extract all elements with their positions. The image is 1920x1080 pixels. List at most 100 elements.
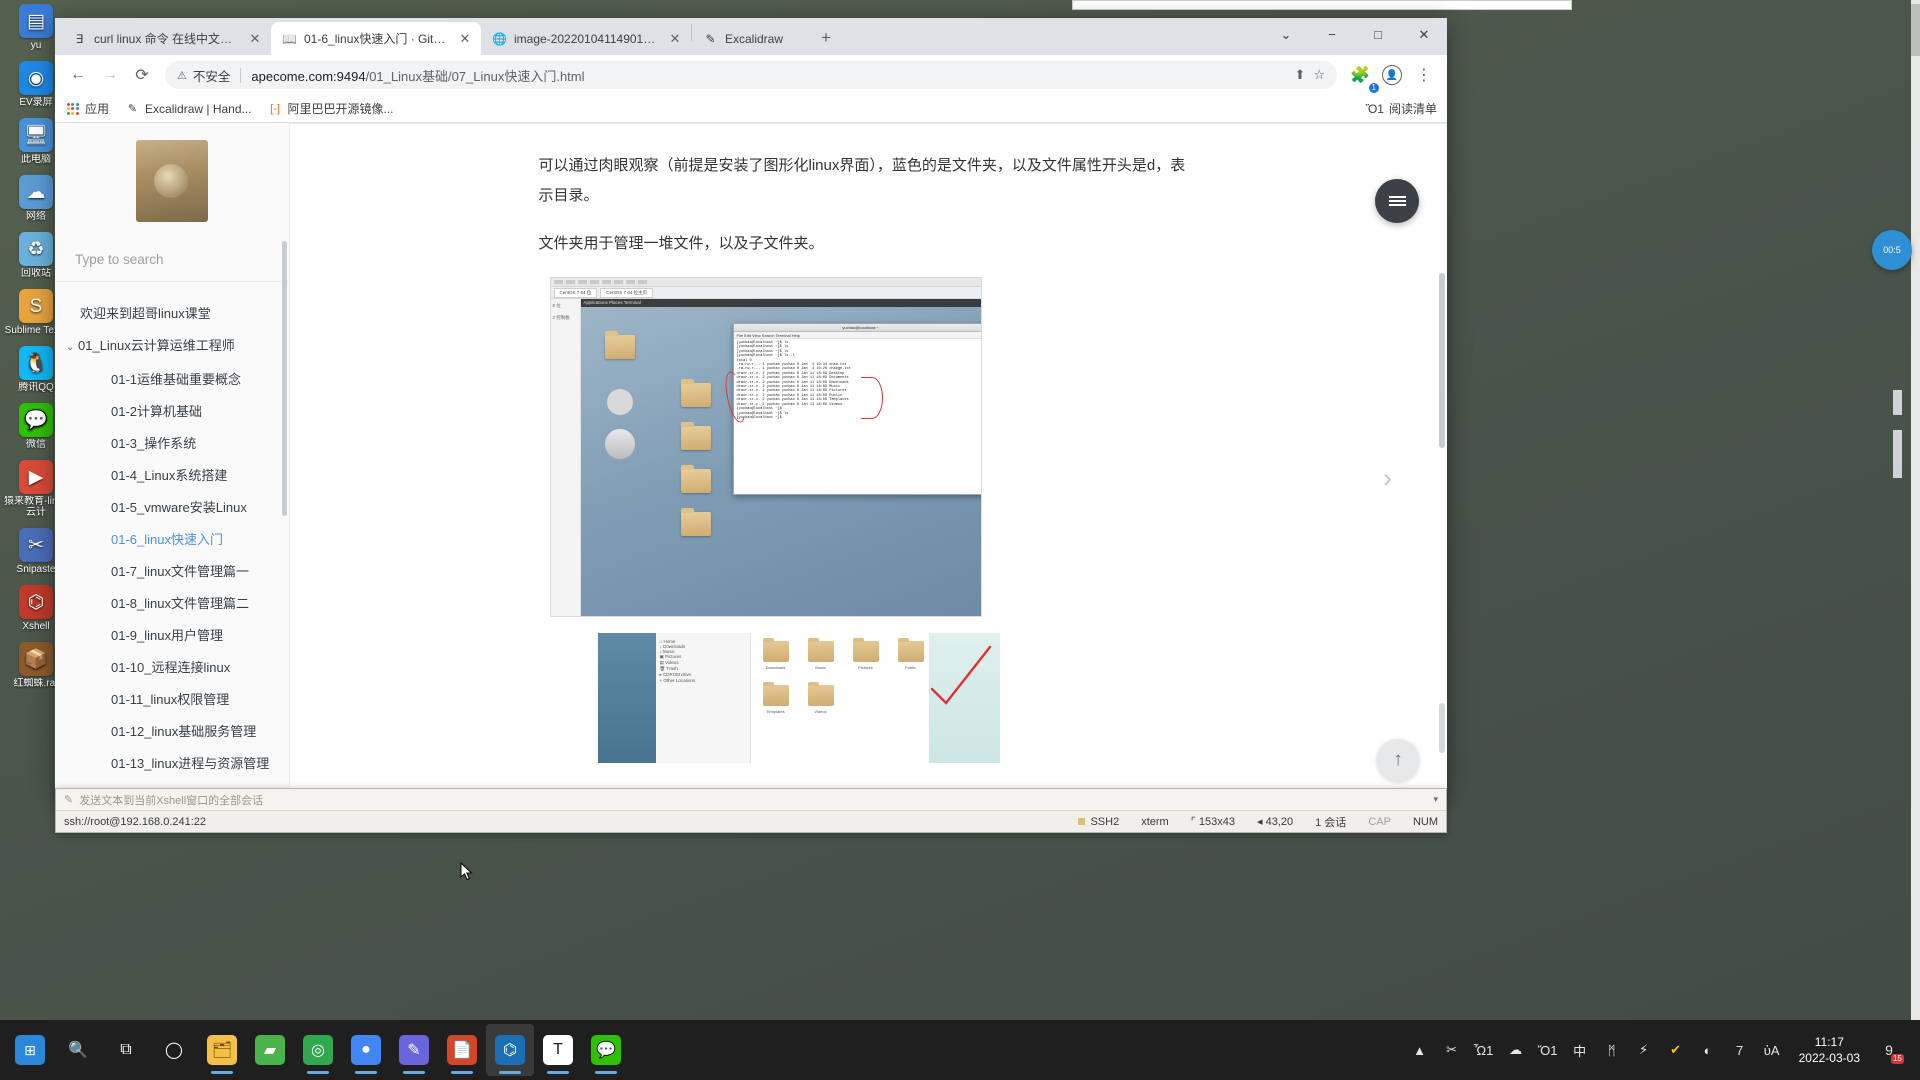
sidebar-item-01-9[interactable]: 01-9_linux用户管理 bbox=[55, 620, 289, 652]
video-icon: ▶ bbox=[19, 460, 53, 494]
taskbar-cortana-button[interactable]: ◯ bbox=[150, 1024, 198, 1076]
new-tab-button[interactable]: + bbox=[812, 24, 840, 52]
chevron-down-icon[interactable]: ▾ bbox=[1433, 794, 1438, 805]
next-page-button[interactable]: › bbox=[1383, 463, 1392, 494]
toc-toggle-button[interactable] bbox=[1375, 179, 1419, 223]
sidebar-item-01-5[interactable]: 01-5_vmware安装Linux bbox=[55, 492, 289, 524]
tray-cloud-icon[interactable]: ☁ bbox=[1505, 1039, 1527, 1061]
status-protocol: SSH2 bbox=[1078, 816, 1119, 828]
profile-button[interactable]: 👤 bbox=[1377, 60, 1407, 90]
sidebar-item-welcome[interactable]: 欢迎来到超哥linux课堂 bbox=[55, 298, 289, 330]
back-to-top-button[interactable]: ↑ bbox=[1377, 739, 1419, 781]
file-folder bbox=[853, 641, 879, 662]
bookmark-star-icon[interactable]: ☆ bbox=[1313, 67, 1325, 83]
chrome-menu-button[interactable]: ⋮ bbox=[1409, 60, 1439, 90]
taskbar-360-browser[interactable]: ◎ bbox=[294, 1024, 342, 1076]
bookmark-label: 阿里巴巴开源镜像... bbox=[288, 100, 394, 117]
taskbar-pdf-reader[interactable]: 📄 bbox=[438, 1024, 486, 1076]
xshell-send-command-bar[interactable]: ✎ 发送文本到当前Xshell窗口的全部会话 ▾ bbox=[56, 789, 1446, 811]
sidebar-item-01-1[interactable]: 01-1运维基础重要概念 bbox=[55, 364, 289, 396]
sidebar-item-label: 01_Linux云计算运维工程师 bbox=[78, 338, 235, 353]
tray-bluetooth-icon[interactable]: ᛗ bbox=[1601, 1039, 1623, 1061]
back-button[interactable]: ← bbox=[63, 60, 93, 90]
pencil-favicon-icon: ✎ bbox=[703, 31, 718, 46]
clock-time: 11:17 bbox=[1799, 1034, 1860, 1050]
tab-curl-manual[interactable]: ∃ curl linux 命令 在线中文手册 ✕ bbox=[61, 22, 271, 55]
taskbar-xshell[interactable]: ⌬ bbox=[486, 1024, 534, 1076]
file-manager-sidebar: ⌂ Home ↓ Downloads ♪ Music ▣ Pictures ▤ Vid… bbox=[656, 633, 751, 763]
omnibox-divider bbox=[240, 68, 241, 83]
minimize-button[interactable]: − bbox=[1309, 18, 1355, 51]
hamburger-icon bbox=[1389, 194, 1406, 208]
tab-close-icon[interactable]: ✕ bbox=[248, 31, 262, 47]
taskbar-start-button[interactable]: ⊞ bbox=[6, 1024, 54, 1076]
xshell-window: ✎ 发送文本到当前Xshell窗口的全部会话 ▾ ssh://root@192.… bbox=[55, 788, 1447, 833]
chrome-more-icon[interactable]: ⌄ bbox=[1263, 18, 1309, 51]
page-scrollbar-thumb[interactable] bbox=[1439, 273, 1445, 448]
background-scrollbar[interactable] bbox=[1911, 0, 1920, 1020]
page-scrollbar-thumb-secondary[interactable] bbox=[1439, 703, 1445, 753]
chevron-down-icon[interactable]: ⌄ bbox=[66, 340, 78, 356]
taskbar-chrome[interactable]: ● bbox=[342, 1024, 390, 1076]
tray-input-method-icon[interactable]: 中 bbox=[1569, 1039, 1591, 1061]
tray-snip-icon[interactable]: ✂ bbox=[1441, 1039, 1463, 1061]
tab-close-icon[interactable]: ✕ bbox=[458, 31, 472, 47]
taskbar-typora[interactable]: T bbox=[534, 1024, 582, 1076]
sidebar-item-01-7[interactable]: 01-7_linux文件管理篇一 bbox=[55, 556, 289, 588]
taskbar-wechat-work[interactable]: 💬 bbox=[582, 1024, 630, 1076]
status-cursor-position: ◂ 43,20 bbox=[1257, 815, 1293, 828]
tray-shield-icon[interactable]: Ὦ1 bbox=[1473, 1039, 1495, 1061]
bookmark-aliyun-mirror[interactable]: [-] 阿里巴巴开源镜像... bbox=[268, 100, 394, 117]
address-bar[interactable]: ⚠ 不安全 apecome.com:9494/01_Linux基础/07_Lin… bbox=[165, 61, 1337, 89]
background-scrollbar-thumb[interactable] bbox=[1911, 4, 1920, 56]
tray-expand-icon[interactable]: ▲ bbox=[1409, 1039, 1431, 1061]
reading-list-button[interactable]: Ὅ1 阅读清单 bbox=[1366, 100, 1437, 117]
taskbar-sublime[interactable]: ▰ bbox=[246, 1024, 294, 1076]
tab-gitbook[interactable]: 📖 01-6_linux快速入门 · GitBook ✕ bbox=[271, 22, 481, 55]
maximize-button[interactable]: □ bbox=[1355, 18, 1401, 51]
sidebar-item-01-8[interactable]: 01-8_linux文件管理篇二 bbox=[55, 588, 289, 620]
tray-volume-icon[interactable]: ὐA bbox=[1761, 1039, 1783, 1061]
sidebar-item-01-11[interactable]: 01-11_linux权限管理 bbox=[55, 684, 289, 716]
not-secure-warning-icon: ⚠ bbox=[177, 69, 187, 82]
taskbar-search-button[interactable]: 🔍 bbox=[54, 1024, 102, 1076]
windows-logo-icon: ⊞ bbox=[15, 1035, 45, 1065]
wallpaper-area bbox=[598, 633, 656, 763]
file-label: Pictures bbox=[849, 665, 883, 670]
taskbar-task-view-button[interactable]: ⧉ bbox=[102, 1024, 150, 1076]
tab-close-icon[interactable]: ✕ bbox=[668, 31, 682, 47]
sidebar-item-01-13[interactable]: 01-13_linux进程与资源管理 bbox=[55, 748, 289, 780]
sidebar-item-01-2[interactable]: 01-2计算机基础 bbox=[55, 396, 289, 428]
notification-center-button[interactable]: ὚9 15 bbox=[1876, 1037, 1902, 1063]
tray-folder-icon[interactable]: Ὄ1 bbox=[1537, 1039, 1559, 1061]
taskbar-clock[interactable]: 11:17 2022-03-03 bbox=[1793, 1034, 1866, 1066]
bookmark-apps[interactable]: 应用 bbox=[65, 100, 109, 117]
file-folder bbox=[763, 685, 789, 706]
reload-button[interactable]: ⟳ bbox=[127, 60, 157, 90]
sidebar-item-01-10[interactable]: 01-10_远程连接linux bbox=[55, 652, 289, 684]
sidebar-item-01-3[interactable]: 01-3_操作系统 bbox=[55, 428, 289, 460]
tray-mouse-icon[interactable]: ◐ bbox=[1697, 1039, 1719, 1061]
sidebar-scrollbar[interactable] bbox=[282, 241, 287, 516]
share-icon[interactable]: ⬆ bbox=[1294, 67, 1305, 83]
tab-excalidraw[interactable]: ✎ Excalidraw bbox=[692, 22, 812, 55]
extensions-button[interactable]: 🧩 1 bbox=[1345, 60, 1375, 90]
bookmark-excalidraw[interactable]: ✎ Excalidraw | Hand... bbox=[125, 101, 252, 116]
forward-button[interactable]: → bbox=[95, 60, 125, 90]
tab-image[interactable]: 🌐 image-20220104114901241.p ✕ bbox=[481, 22, 691, 55]
sidebar-item-linux-cloud-engineer[interactable]: ⌄ 01_Linux云计算运维工程师 bbox=[55, 330, 289, 364]
screen-recorder-timer[interactable]: 00:5 bbox=[1872, 230, 1912, 270]
tray-antivirus-icon[interactable]: ✔ bbox=[1665, 1039, 1687, 1061]
tray-network-icon[interactable]: ὚7 bbox=[1729, 1039, 1751, 1061]
sidebar-search-input[interactable]: Type to search bbox=[55, 238, 289, 282]
pencil-icon: ✎ bbox=[125, 101, 140, 116]
sidebar-item-01-12[interactable]: 01-12_linux基础服务管理 bbox=[55, 716, 289, 748]
sidebar-item-01-4[interactable]: 01-4_Linux系统搭建 bbox=[55, 460, 289, 492]
taskbar-file-explorer[interactable]: 🗂 bbox=[198, 1024, 246, 1076]
close-button[interactable]: ✕ bbox=[1401, 18, 1447, 51]
xshell-icon: ⌬ bbox=[19, 585, 53, 619]
tray-usb-icon[interactable]: ⚡ bbox=[1633, 1039, 1655, 1061]
taskbar-excalidraw[interactable]: ✎ bbox=[390, 1024, 438, 1076]
status-terminal-type: xterm bbox=[1141, 816, 1169, 828]
sidebar-item-01-6[interactable]: 01-6_linux快速入门 bbox=[55, 524, 289, 556]
